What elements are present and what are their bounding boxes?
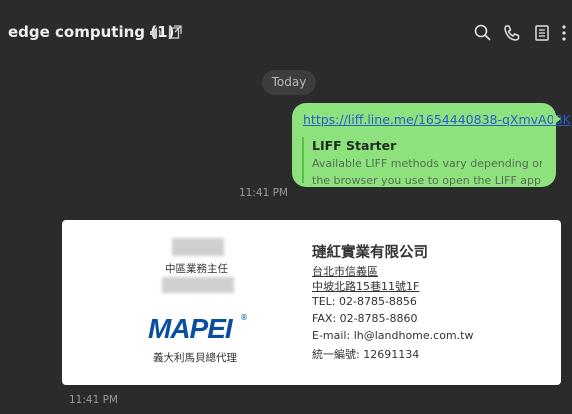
date-divider: Today [262,70,316,95]
card-fax: FAX: 02-8785-8860 [312,312,418,325]
card-address-line-1: 台北市信義區 [312,265,378,278]
liff-link[interactable]: https://liff.line.me/1654440838-qXmvA08K [303,112,571,127]
card-address-line-2: 中坡北路15巷11號1F [312,280,420,293]
card-email: E-mail: lh@landhome.com.tw [312,329,474,342]
card-tax-id: 統一編號: 12691134 [312,348,420,361]
logo-text: MAPEI [148,313,233,344]
card-company: 璉紅實業有限公司 [312,245,428,261]
phone-icon[interactable] [502,23,522,43]
more-vertical-icon[interactable] [558,23,570,43]
link-preview-title: LIFF Starter [312,138,397,153]
incoming-message-time: 11:41 PM [69,394,118,406]
link-preview-description-line-1: Available LIFF methods vary depending on [312,157,542,170]
card-agent-line: 義大利馬貝總代理 [153,352,237,364]
chat-header: edge computing (1) [0,0,572,66]
blurred-contact [162,277,234,293]
card-tel: TEL: 02-8785-8856 [312,295,417,308]
notes-icon[interactable] [532,23,552,43]
open-window-icon[interactable] [168,23,183,43]
search-icon[interactable] [473,23,493,43]
outgoing-message-time: 11:41 PM [239,187,288,199]
card-role: 中區業務主任 [165,263,228,275]
outgoing-message-bubble[interactable]: https://liff.line.me/1654440838-qXmvA08K… [292,103,571,187]
link-preview-description-line-2: the browser you use to open the LIFF app… [312,174,542,187]
logo-registered-mark: ® [240,313,248,322]
link-preview[interactable]: LIFF Starter Available LIFF methods vary… [302,137,542,187]
speaker-muted-icon [149,23,163,43]
mapei-logo: MAPEI ® [148,313,248,344]
blurred-name [172,238,224,256]
business-card-image[interactable]: 中區業務主任 MAPEI ® 義大利馬貝總代理 璉紅實業有限公司 台北市信義區 … [62,220,561,385]
